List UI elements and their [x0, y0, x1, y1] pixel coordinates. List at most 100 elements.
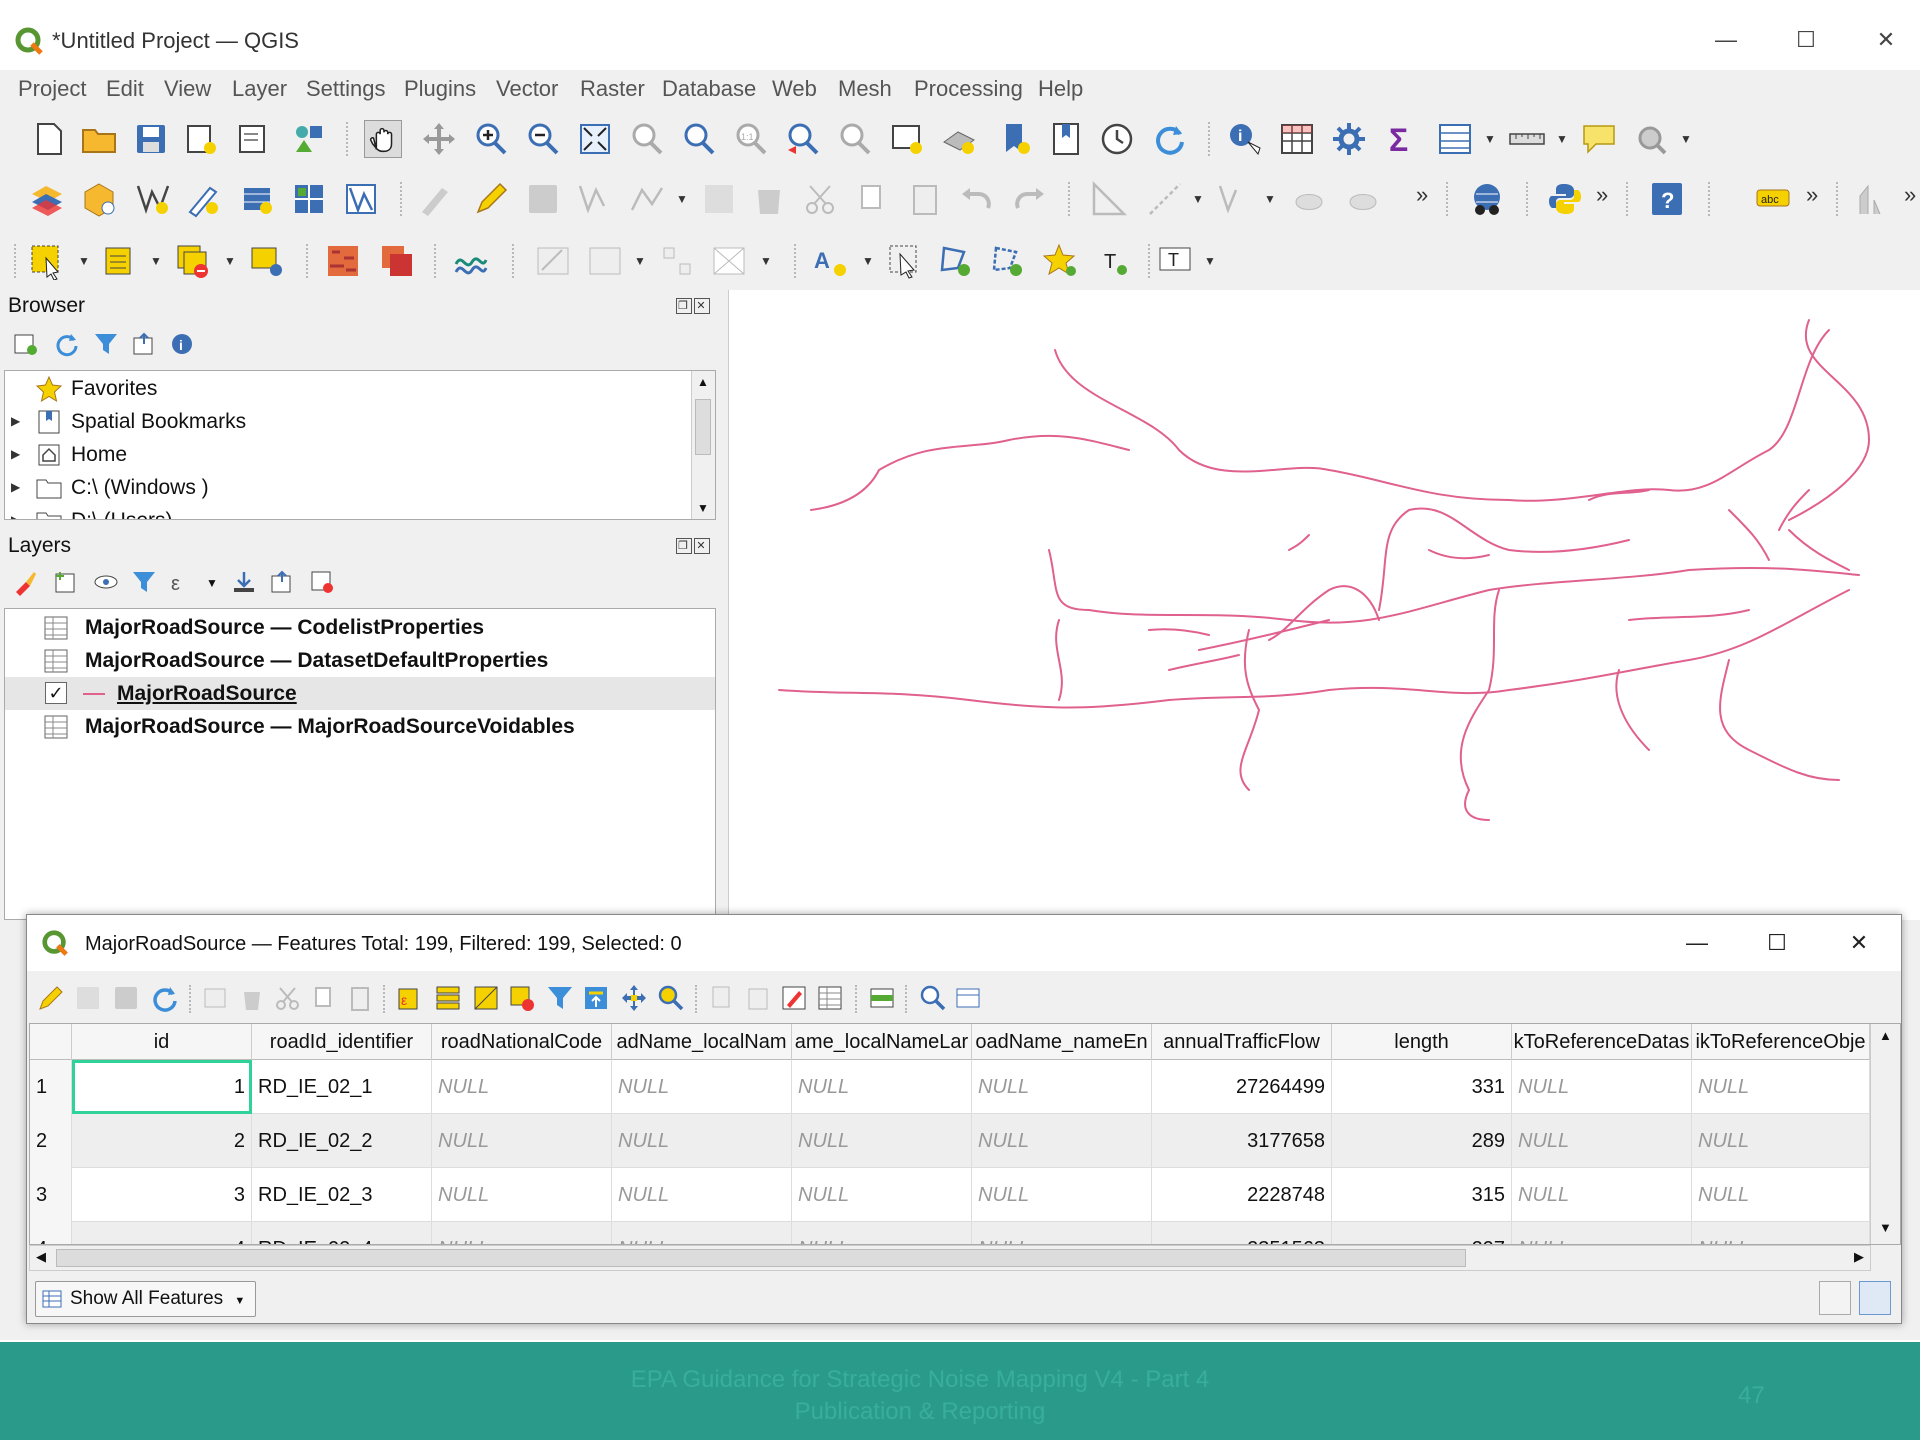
layer-item-selected[interactable]: ✓ MajorRoadSource — [5, 677, 715, 710]
menu-project[interactable]: Project — [18, 76, 86, 102]
close-panel-icon[interactable]: ✕ — [694, 538, 710, 554]
menu-view[interactable]: View — [164, 76, 211, 102]
new-bookmark-icon[interactable] — [996, 120, 1034, 158]
table-row[interactable]: 3 3 RD_IE_02_3 NULL NULL NULL NULL 22287… — [30, 1168, 1870, 1222]
table-cell[interactable]: 3 — [72, 1168, 252, 1222]
paste-icon[interactable] — [345, 983, 375, 1013]
menu-database[interactable]: Database — [662, 76, 756, 102]
column-header[interactable]: ame_localNameLar — [792, 1024, 972, 1060]
scroll-thumb[interactable] — [695, 399, 711, 455]
table-view-button[interactable] — [1859, 1281, 1891, 1315]
table-cell[interactable]: 3177658 — [1152, 1114, 1332, 1168]
merge-features-icon[interactable] — [710, 242, 748, 280]
table-cell[interactable]: RD_IE_02_4 — [252, 1222, 432, 1244]
save-project-icon[interactable] — [132, 120, 170, 158]
scroll-down-icon[interactable]: ▼ — [697, 501, 709, 515]
layer-item[interactable]: MajorRoadSource — MajorRoadSourceVoidabl… — [5, 710, 715, 743]
profile-tool-icon[interactable] — [1856, 180, 1894, 218]
invert-selection-icon[interactable] — [471, 983, 501, 1013]
table-cell[interactable]: NULL — [1692, 1060, 1870, 1114]
show-all-features-button[interactable]: Show All Features ▼ — [35, 1281, 257, 1317]
chevron-down-icon[interactable]: ▼ — [1204, 254, 1216, 268]
browser-item-favorites[interactable]: Favorites — [5, 373, 685, 405]
browser-scrollbar[interactable]: ▲ ▼ — [691, 371, 715, 519]
table-cell[interactable]: RD_IE_02_2 — [252, 1114, 432, 1168]
table-cell[interactable]: 315 — [1332, 1168, 1512, 1222]
show-map-tips-icon[interactable] — [1580, 120, 1618, 158]
row-header[interactable]: 2 — [30, 1114, 72, 1168]
python-console-icon[interactable] — [1546, 180, 1584, 218]
column-header[interactable]: kToReferenceDatas — [1512, 1024, 1692, 1060]
scroll-up-icon[interactable]: ▲ — [697, 375, 709, 389]
pan-to-selection-icon[interactable] — [420, 120, 458, 158]
add-feature-icon[interactable] — [201, 983, 231, 1013]
close-button[interactable]: ✕ — [1866, 20, 1906, 60]
menu-edit[interactable]: Edit — [106, 76, 144, 102]
table-cell[interactable]: 2351563 — [1152, 1222, 1332, 1244]
collapse-all-icon[interactable] — [268, 568, 296, 596]
close-panel-icon[interactable]: ✕ — [694, 298, 710, 314]
row-header[interactable]: 4 — [30, 1222, 72, 1244]
redo-icon[interactable] — [1010, 180, 1048, 218]
add-ring-icon[interactable] — [988, 242, 1026, 280]
chevron-down-icon[interactable]: ▼ — [206, 576, 218, 590]
chevron-down-icon[interactable]: ▼ — [78, 254, 90, 268]
paste-features-icon[interactable] — [906, 180, 944, 218]
float-panel-icon[interactable]: ❐ — [676, 298, 692, 314]
table-cell[interactable]: NULL — [612, 1060, 792, 1114]
chevron-right-icon[interactable]: ▶ — [11, 414, 20, 428]
column-header[interactable]: ikToReferenceObje — [1692, 1024, 1870, 1060]
table-cell[interactable]: 1 — [72, 1060, 252, 1114]
chevron-right-icon[interactable]: ▶ — [11, 513, 20, 519]
refresh-icon[interactable] — [1150, 120, 1188, 158]
style-layer-icon[interactable] — [12, 568, 40, 596]
panel-splitter[interactable] — [720, 288, 728, 920]
column-header[interactable]: adName_localNam — [612, 1024, 792, 1060]
scroll-thumb[interactable] — [56, 1249, 1466, 1267]
paste-rows-icon[interactable] — [743, 983, 773, 1013]
reload-table-icon[interactable] — [149, 983, 179, 1013]
zoom-out-icon[interactable] — [524, 120, 562, 158]
processing-toolbox-icon[interactable] — [1330, 120, 1368, 158]
scroll-up-icon[interactable]: ▲ — [1879, 1028, 1892, 1043]
chevron-right-icon[interactable]: ▶ — [11, 447, 20, 461]
toolbar-overflow-icon[interactable]: » — [1904, 182, 1916, 208]
menu-vector[interactable]: Vector — [496, 76, 558, 102]
digitizing-tools-icon[interactable] — [586, 242, 624, 280]
maximize-button[interactable]: ☐ — [1786, 20, 1826, 60]
zoom-to-selection-icon[interactable] — [655, 983, 685, 1013]
visibility-icon[interactable] — [92, 568, 120, 596]
menu-layer[interactable]: Layer — [232, 76, 287, 102]
table-cell[interactable]: 297 — [1332, 1222, 1512, 1244]
zoom-in-icon[interactable] — [472, 120, 510, 158]
zoom-to-selection-icon[interactable] — [628, 120, 666, 158]
menu-raster[interactable]: Raster — [580, 76, 645, 102]
heatmap-icon[interactable] — [324, 242, 362, 280]
add-group-icon[interactable] — [52, 568, 80, 596]
deselect-features-icon[interactable] — [174, 242, 212, 280]
refresh-icon[interactable] — [52, 330, 80, 358]
table-cell[interactable]: 2 — [72, 1114, 252, 1168]
corner-cell[interactable] — [30, 1024, 72, 1060]
open-project-icon[interactable] — [80, 120, 118, 158]
style-manager-icon[interactable] — [290, 120, 328, 158]
temporal-controller-icon[interactable] — [1098, 120, 1136, 158]
menu-processing[interactable]: Processing — [914, 76, 1023, 102]
current-edits-icon[interactable] — [416, 180, 454, 218]
maximize-button[interactable]: ☐ — [1759, 925, 1795, 961]
minimize-button[interactable]: — — [1706, 20, 1746, 60]
table-horizontal-scrollbar[interactable]: ◀ ▶ — [29, 1245, 1871, 1271]
row-header[interactable]: 3 — [30, 1168, 72, 1222]
label-pin-icon[interactable]: A — [812, 242, 850, 280]
dock-table-icon[interactable] — [917, 983, 947, 1013]
deselect-all-icon[interactable] — [507, 983, 537, 1013]
table-cell[interactable]: NULL — [432, 1060, 612, 1114]
table-cell[interactable]: NULL — [612, 1114, 792, 1168]
copy-icon[interactable] — [309, 983, 339, 1013]
chevron-down-icon[interactable]: ▼ — [862, 254, 874, 268]
select-by-expression-icon[interactable] — [102, 242, 140, 280]
toolbar-overflow-icon[interactable]: » — [1596, 182, 1608, 208]
measure-line-icon[interactable] — [1508, 120, 1546, 158]
chevron-down-icon[interactable]: ▼ — [224, 254, 236, 268]
menu-help[interactable]: Help — [1038, 76, 1083, 102]
